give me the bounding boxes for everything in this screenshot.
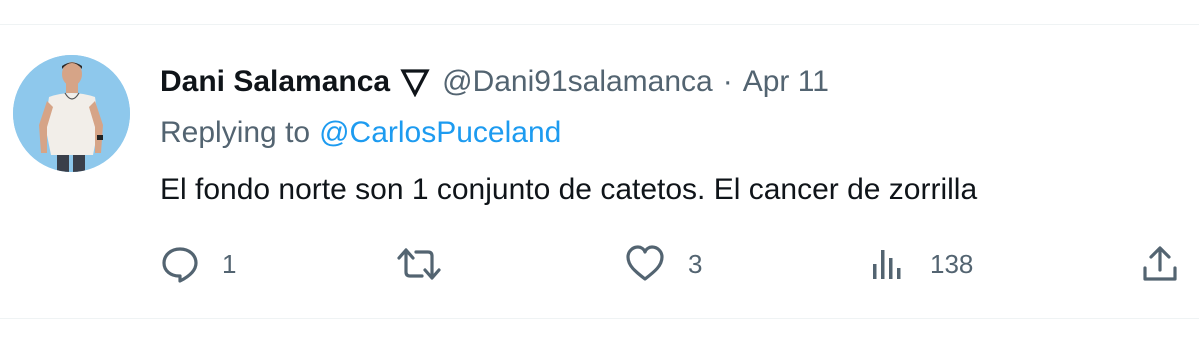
like-count: 3 xyxy=(688,248,703,279)
top-divider xyxy=(0,24,1199,25)
avatar[interactable] xyxy=(13,55,130,172)
tweet-text: El fondo norte son 1 conjunto de catetos… xyxy=(160,173,978,206)
user-handle[interactable]: @Dani91salamanca xyxy=(442,65,713,99)
analytics-icon xyxy=(873,250,901,279)
tweet-date[interactable]: Apr 11 xyxy=(743,65,829,99)
like-button[interactable]: 3 xyxy=(624,242,702,286)
views-count: 138 xyxy=(930,248,974,279)
share-icon xyxy=(1143,246,1177,281)
bottom-divider xyxy=(0,318,1199,319)
tweet-header: Dani Salamanca @Dani91salamanca · Apr 11 xyxy=(160,60,829,104)
reply-button[interactable]: 1 xyxy=(160,242,236,286)
replying-prefix: Replying to xyxy=(160,116,311,149)
heart-icon xyxy=(626,245,664,281)
reply-icon xyxy=(162,247,198,283)
reply-count: 1 xyxy=(222,248,237,279)
share-button[interactable] xyxy=(1140,242,1180,286)
action-bar: 1 3 138 xyxy=(160,242,1190,286)
display-name[interactable]: Dani Salamanca xyxy=(160,65,390,99)
views-button[interactable]: 138 xyxy=(868,242,973,286)
separator-dot: · xyxy=(722,65,733,98)
replying-to-link[interactable]: @CarlosPuceland xyxy=(319,116,561,150)
triangle-down-icon xyxy=(400,67,430,98)
retweet-button[interactable] xyxy=(396,242,464,286)
replying-to-line: Replying to @CarlosPuceland xyxy=(160,112,561,154)
tweet-card[interactable]: Dani Salamanca @Dani91salamanca · Apr 11… xyxy=(0,0,1199,343)
retweet-icon xyxy=(397,248,441,280)
user-avatar-icon xyxy=(13,55,130,172)
